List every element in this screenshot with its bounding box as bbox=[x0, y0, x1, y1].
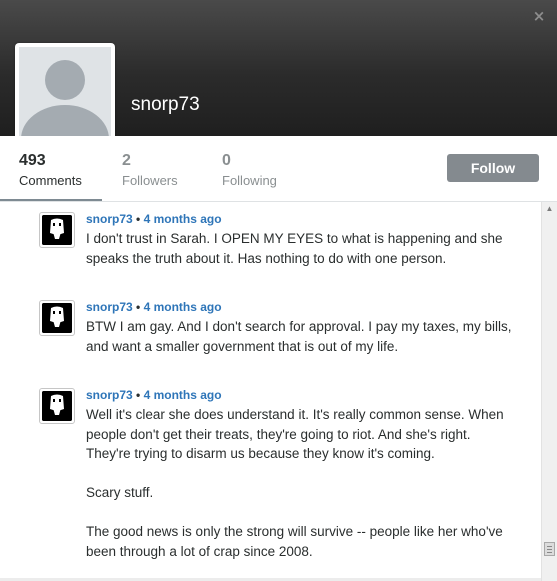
scroll-up-arrow-icon[interactable]: ▲ bbox=[542, 204, 557, 214]
default-avatar-icon bbox=[19, 47, 111, 139]
comment-author[interactable]: snorp73 bbox=[86, 300, 133, 314]
comment-meta: snorp73 • 4 months ago bbox=[86, 212, 222, 226]
comment-meta: snorp73 • 4 months ago bbox=[86, 388, 222, 402]
anonymous-mask-icon bbox=[42, 391, 72, 421]
anonymous-mask-icon bbox=[42, 215, 72, 245]
meta-separator: • bbox=[136, 212, 141, 226]
stat-followers[interactable]: 2 Followers bbox=[122, 152, 178, 189]
stat-comments-count: 493 bbox=[19, 152, 46, 169]
comment-author[interactable]: snorp73 bbox=[86, 212, 133, 226]
comment-timestamp[interactable]: 4 months ago bbox=[144, 300, 222, 314]
profile-header: × snorp73 bbox=[0, 0, 557, 143]
profile-username: snorp73 bbox=[131, 94, 200, 115]
stat-comments-label: Comments bbox=[19, 173, 82, 188]
comment-timestamp[interactable]: 4 months ago bbox=[144, 212, 222, 226]
feed-scrollbar[interactable]: ▲ bbox=[541, 202, 557, 581]
comment-text: BTW I am gay. And I don't search for app… bbox=[86, 319, 512, 354]
comment-timestamp[interactable]: 4 months ago bbox=[144, 388, 222, 402]
stat-followers-label: Followers bbox=[122, 173, 178, 188]
follow-button[interactable]: Follow bbox=[447, 154, 539, 182]
comment-text: Well it's clear she does understand it. … bbox=[86, 407, 504, 559]
scrollbar-thumb[interactable] bbox=[544, 542, 555, 556]
comment-avatar[interactable] bbox=[39, 388, 75, 424]
stat-following-label: Following bbox=[222, 173, 277, 188]
comment-author[interactable]: snorp73 bbox=[86, 388, 133, 402]
comment-feed: snorp73 • 4 months ago I don't trust in … bbox=[0, 202, 541, 581]
stat-followers-count: 2 bbox=[122, 152, 131, 169]
comment-avatar[interactable] bbox=[39, 300, 75, 336]
meta-separator: • bbox=[136, 388, 141, 402]
profile-avatar bbox=[15, 43, 115, 143]
comment-meta: snorp73 • 4 months ago bbox=[86, 300, 222, 314]
stat-following-count: 0 bbox=[222, 152, 231, 169]
stat-following[interactable]: 0 Following bbox=[222, 152, 277, 189]
close-icon[interactable]: × bbox=[531, 7, 547, 25]
comment-text: I don't trust in Sarah. I OPEN MY EYES t… bbox=[86, 231, 503, 266]
anonymous-mask-icon bbox=[42, 303, 72, 333]
meta-separator: • bbox=[136, 300, 141, 314]
comment-avatar[interactable] bbox=[39, 212, 75, 248]
stat-comments[interactable]: 493 Comments bbox=[19, 152, 82, 189]
